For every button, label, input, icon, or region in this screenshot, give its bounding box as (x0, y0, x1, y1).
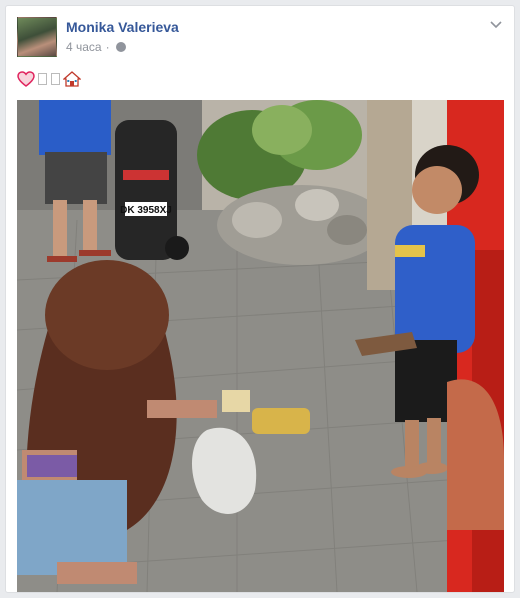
author-name-link[interactable]: Monika Valerieva (66, 19, 179, 35)
heart-icon (17, 71, 35, 87)
house-icon (63, 71, 81, 87)
stone-pile (217, 185, 387, 265)
unknown-glyph (51, 73, 60, 85)
post-status-text (17, 69, 81, 89)
post-card: Monika Valerieva 4 часа · DK 3958XJ (5, 5, 515, 593)
license-plate: DK 3958XJ (120, 205, 172, 216)
author-avatar[interactable] (17, 17, 57, 57)
post-photo[interactable]: DK 3958XJ (17, 100, 504, 592)
globe-icon[interactable] (115, 42, 126, 52)
meta-separator: · (105, 40, 110, 54)
post-meta: 4 часа · (66, 40, 126, 54)
chevron-down-icon[interactable] (490, 18, 502, 30)
unknown-glyph (38, 73, 47, 85)
post-timestamp[interactable]: 4 часа (66, 40, 102, 54)
